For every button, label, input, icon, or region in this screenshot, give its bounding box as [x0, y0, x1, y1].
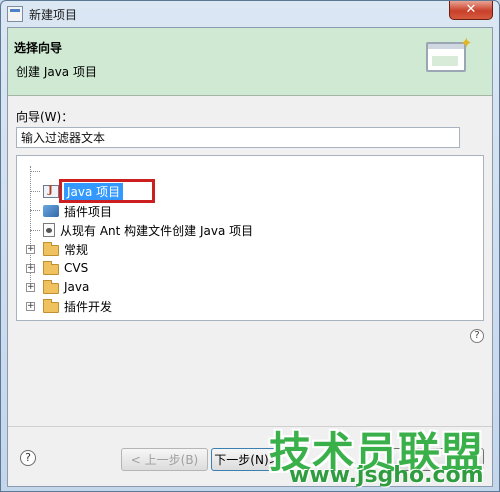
tree-item-java-project[interactable]: Java 项目: [43, 179, 155, 203]
folder-icon: [43, 298, 59, 313]
tree-connector: [30, 230, 40, 231]
banner-title: 选择向导: [14, 41, 63, 55]
wizard-label: 向导(W)：: [16, 110, 74, 124]
tree-item-ant-java-project[interactable]: 从现有 Ant 构建文件创建 Java 项目: [43, 221, 253, 239]
tree-item-label: 从现有 Ant 构建文件创建 Java 项目: [60, 223, 254, 238]
help-button-icon[interactable]: ?: [20, 450, 36, 466]
app-icon: [7, 6, 23, 22]
folder-icon: [43, 260, 59, 275]
tree-item-plugin-project[interactable]: 插件项目: [43, 202, 112, 220]
tree-item-label: CVS: [64, 261, 89, 275]
tree-connector: [30, 210, 40, 211]
java-project-icon: [43, 184, 59, 198]
tree-item-plugin-dev[interactable]: 插件开发: [43, 297, 112, 315]
expand-plugin-dev-icon[interactable]: +: [26, 302, 35, 311]
tree-item-general[interactable]: 常规: [43, 240, 88, 258]
folder-icon: [43, 241, 59, 256]
expand-java-icon[interactable]: +: [26, 283, 35, 292]
dialog-window: 新建项目 ✕ 选择向导 创建 Java 项目 ✦ 向导(W)： Java 项目: [0, 0, 500, 492]
sparkle-icon: ✦: [460, 34, 473, 52]
tree-connector: [30, 191, 40, 192]
plugin-project-icon: [43, 205, 59, 217]
tree-item-java[interactable]: Java: [43, 278, 89, 296]
ant-build-file-icon: [43, 223, 55, 237]
wizard-tree[interactable]: Java 项目 插件项目 从现有 Ant 构建文件创建 Java 项目 + 常规…: [16, 155, 484, 321]
close-button[interactable]: ✕: [449, 1, 493, 20]
tree-item-label: 插件项目: [64, 204, 113, 219]
expand-cvs-icon[interactable]: +: [26, 264, 35, 273]
help-icon[interactable]: ?: [470, 329, 484, 343]
tree-item-cvs[interactable]: CVS: [43, 259, 88, 277]
folder-icon: [43, 279, 59, 294]
expand-general-icon[interactable]: +: [26, 245, 35, 254]
tree-connector: [30, 171, 40, 172]
title-bar[interactable]: 新建项目 ✕: [1, 1, 499, 27]
next-button[interactable]: 下一步(N)>: [211, 448, 282, 471]
banner-description: 创建 Java 项目: [16, 65, 97, 79]
filter-input[interactable]: [16, 127, 460, 148]
red-highlight-box: [59, 179, 155, 203]
tree-item-label: 插件开发: [64, 299, 113, 314]
tree-item-label: 常规: [64, 242, 89, 257]
finish-button[interactable]: [392, 448, 484, 471]
dialog-body: 选择向导 创建 Java 项目 ✦ 向导(W)： Java 项目 插件项目: [7, 27, 493, 487]
window-title: 新建项目: [29, 8, 78, 22]
wizard-banner: 选择向导 创建 Java 项目 ✦: [8, 28, 492, 96]
tree-item-label: Java: [64, 280, 90, 294]
separator: [8, 426, 492, 427]
back-button[interactable]: < 上一步(B): [121, 448, 208, 471]
